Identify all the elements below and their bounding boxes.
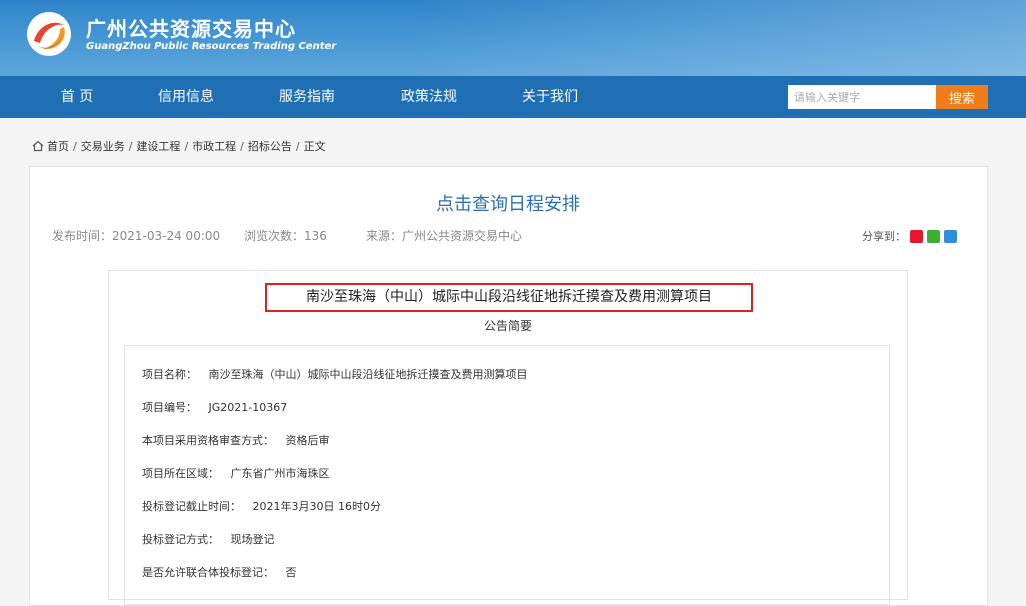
- breadcrumb: 首页 / 交易业务 / 建设工程 / 市政工程 / 招标公告 / 正文: [32, 138, 326, 154]
- detail-row-consortium: 是否允许联合体投标登记： 否: [142, 564, 297, 580]
- share-bar: 分享到：: [862, 228, 957, 244]
- detail-row-project-name: 项目名称： 南沙至珠海（中山）城际中山段沿线征地拆迁摸查及费用测算项目: [142, 366, 528, 382]
- summary-label: 公告简要: [483, 319, 532, 333]
- breadcrumb-current: 正文: [303, 140, 326, 153]
- detail-row-deadline: 投标登记截止时间： 2021年3月30日 16时0分: [142, 498, 381, 514]
- row-value: 广东省广州市海珠区: [230, 467, 330, 480]
- qq-icon[interactable]: [944, 229, 957, 243]
- row-value: JG2021-10367: [208, 401, 288, 414]
- main-nav: 首 页 信用信息 服务指南 政策法规 关于我们 搜索: [0, 76, 1026, 118]
- nav-credit-info[interactable]: 信用信息: [148, 76, 224, 118]
- search-input[interactable]: [788, 85, 936, 109]
- wechat-icon[interactable]: [927, 229, 940, 243]
- breadcrumb-separator: /: [240, 139, 244, 153]
- site-title: 广州公共资源交易中心: [86, 17, 296, 41]
- detail-row-registration-method: 投标登记方式： 现场登记: [142, 531, 275, 547]
- detail-row-review-method: 本项目采用资格审查方式： 资格后审: [142, 432, 330, 448]
- home-icon: [32, 140, 44, 152]
- share-label: 分享到：: [862, 230, 906, 243]
- detail-row-region: 项目所在区域： 广东省广州市海珠区: [142, 465, 330, 481]
- row-label: 项目名称：: [142, 368, 197, 381]
- breadcrumb-separator: /: [184, 139, 189, 153]
- breadcrumb-trading[interactable]: 交易业务: [81, 138, 125, 154]
- row-label: 是否允许联合体投标登记：: [142, 566, 274, 579]
- breadcrumb-tender-notice[interactable]: 招标公告: [248, 138, 292, 154]
- weibo-icon[interactable]: [910, 229, 923, 243]
- nav-home[interactable]: 首 页: [46, 76, 108, 118]
- row-value: 资格后审: [285, 434, 330, 447]
- row-value: 2021年3月30日 16时0分: [252, 500, 381, 513]
- row-label: 投标登记方式：: [142, 533, 219, 546]
- breadcrumb-municipal[interactable]: 市政工程: [192, 138, 236, 154]
- article-title[interactable]: 点击查询日程安排: [0, 190, 1016, 216]
- row-value: 现场登记: [230, 533, 275, 546]
- row-label: 本项目采用资格审查方式：: [142, 434, 274, 447]
- search-button[interactable]: 搜索: [936, 85, 988, 109]
- row-value: 南沙至珠海（中山）城际中山段沿线征地拆迁摸查及费用测算项目: [208, 368, 528, 381]
- breadcrumb-separator: /: [128, 139, 133, 153]
- nav-about-us[interactable]: 关于我们: [512, 76, 588, 118]
- row-label: 项目所在区域：: [142, 467, 219, 480]
- breadcrumb-separator: /: [73, 139, 77, 153]
- project-title: 南沙至珠海（中山）城际中山段沿线征地拆迁摸查及费用测算项目: [265, 283, 753, 312]
- nav-policy[interactable]: 政策法规: [391, 76, 467, 118]
- row-label: 项目编号：: [142, 401, 197, 414]
- breadcrumb-separator: /: [295, 139, 300, 153]
- publish-time: 发布时间：2021-03-24 00:00: [52, 229, 221, 243]
- site-subtitle: GuangZhou Public Resources Trading Cente…: [86, 41, 337, 52]
- breadcrumb-home[interactable]: 首页: [47, 138, 69, 154]
- source: 来源：广州公共资源交易中心: [366, 229, 523, 243]
- row-label: 投标登记截止时间：: [142, 500, 241, 513]
- detail-row-project-number: 项目编号： JG2021-10367: [142, 399, 287, 415]
- view-count: 浏览次数：136: [244, 229, 327, 243]
- header-decoration: [406, 0, 1026, 76]
- row-value: 否: [285, 566, 297, 579]
- logo-icon[interactable]: [26, 11, 72, 57]
- breadcrumb-construction[interactable]: 建设工程: [136, 138, 180, 154]
- nav-service-guide[interactable]: 服务指南: [269, 76, 345, 118]
